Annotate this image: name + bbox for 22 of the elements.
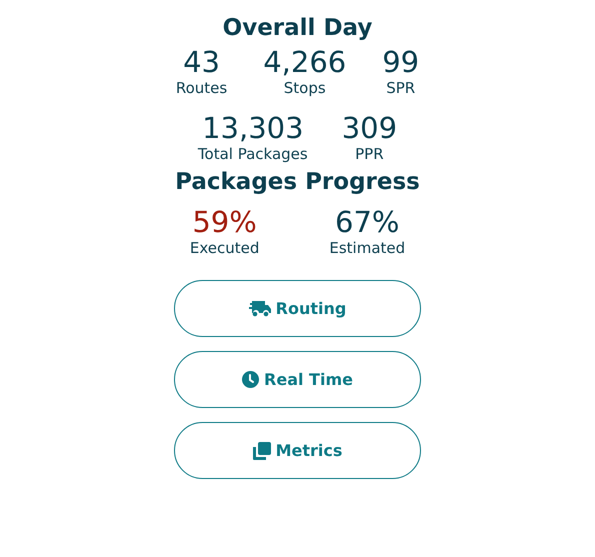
stat-label: PPR [355,144,384,164]
stat-value: 99 [382,46,420,78]
truck-icon [248,300,271,317]
nav-button[interactable]: Real Time [174,351,421,408]
stat-value: 4,266 [263,46,346,78]
percent-value: 59% [192,206,257,238]
stat-label: SPR [386,78,416,98]
stat-label: Routes [176,78,228,98]
stat-value: 309 [342,112,398,144]
stat-label: Stops [284,78,326,98]
copy-icon [252,442,271,460]
stat-label: Estimated [329,238,406,258]
clock-icon [242,371,260,388]
section-title: Packages Progress [175,168,420,197]
nav-button[interactable]: Routing [174,280,421,337]
stat-value: 43 [183,46,220,78]
stat-label: Total Packages [198,144,308,164]
stat-label: Executed [190,238,260,258]
stat-value: 13,303 [202,112,304,144]
nav-button[interactable]: Metrics [174,422,421,479]
section-title: Overall Day [222,14,372,43]
percent-value: 67% [335,206,400,238]
